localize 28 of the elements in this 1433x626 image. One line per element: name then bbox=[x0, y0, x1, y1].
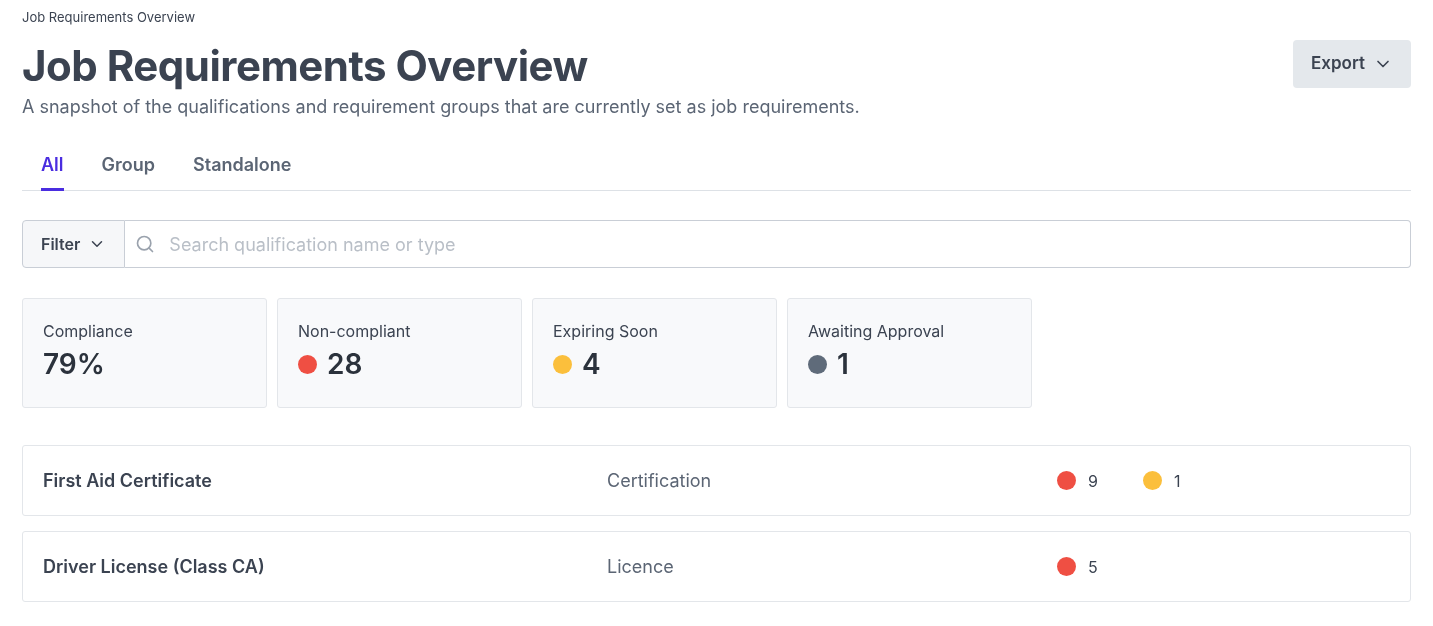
status-count: 1 bbox=[1174, 469, 1181, 493]
search-bar[interactable]: Search qualification name or type bbox=[125, 220, 1411, 268]
tab[interactable]: Standalone bbox=[193, 151, 292, 191]
page-title: Job Requirements Overview bbox=[22, 41, 588, 91]
requirement-type: Certification bbox=[607, 469, 713, 493]
requirement-name: Driver License (Class CA) bbox=[43, 555, 266, 579]
requirement-row[interactable]: Driver License (Class CA) Licence 5 bbox=[22, 531, 1411, 602]
page-description: A snapshot of the qualifications and requirement groups that are currently set as job requirements. bbox=[22, 95, 861, 119]
requirement-row[interactable]: First Aid Certificate Certification 9 1 bbox=[22, 445, 1411, 516]
export-button[interactable]: Export bbox=[1293, 40, 1411, 88]
tab[interactable]: Group bbox=[101, 151, 155, 191]
search-input[interactable]: Search qualification name or type bbox=[169, 230, 1400, 258]
tab[interactable]: All bbox=[41, 151, 64, 191]
status-count: 5 bbox=[1088, 555, 1098, 579]
requirement-name: First Aid Certificate bbox=[43, 469, 213, 493]
requirement-type: Licence bbox=[607, 555, 675, 579]
breadcrumb: Job Requirements Overview bbox=[22, 9, 197, 25]
stat-label: Awaiting Approval bbox=[808, 321, 945, 341]
status-count: 9 bbox=[1088, 469, 1098, 493]
stat-value: 1 bbox=[837, 347, 849, 381]
search-icon bbox=[135, 234, 156, 254]
stat-label: Compliance bbox=[43, 321, 133, 341]
stat-label: Non-compliant bbox=[298, 321, 411, 341]
stat-value: 4 bbox=[582, 347, 601, 381]
stat-value: 28 bbox=[327, 347, 363, 381]
filter-button[interactable]: Filter bbox=[22, 220, 126, 268]
stat-label: Expiring Soon bbox=[553, 321, 658, 341]
stat-value: 79% bbox=[43, 347, 105, 381]
